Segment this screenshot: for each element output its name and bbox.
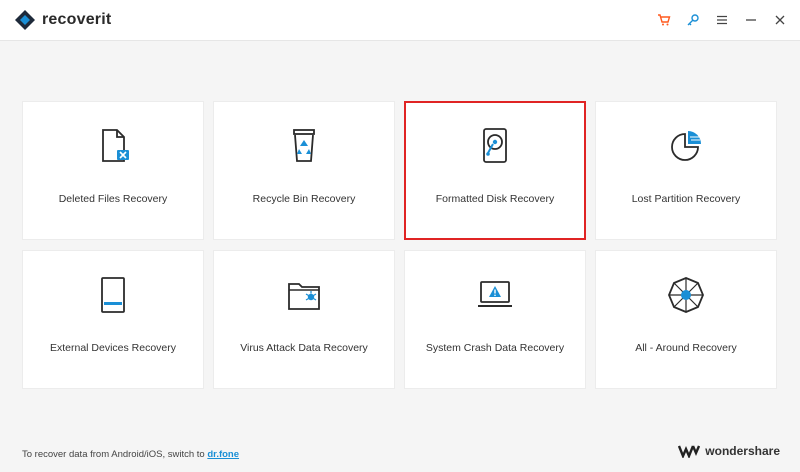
cart-icon[interactable] [654,10,674,30]
brand-name: wondershare [705,444,780,458]
drfone-link[interactable]: dr.fone [207,449,239,460]
app-name: recoverit [42,11,112,28]
menu-icon[interactable] [712,10,732,30]
footer-text: To recover data from Android/iOS, switch… [22,449,205,460]
key-icon[interactable] [683,10,703,30]
card-label: All - Around Recovery [635,342,737,354]
lost-partition-icon [671,131,701,161]
card-external-devices-recovery[interactable]: External Devices Recovery [22,250,204,389]
card-system-crash-data-recovery[interactable]: System Crash Data Recovery [404,250,586,389]
card-all-around-recovery[interactable]: All - Around Recovery [595,250,777,389]
deleted-file-icon [102,129,129,162]
formatted-disk-icon [483,128,507,163]
card-virus-attack-data-recovery[interactable]: Virus Attack Data Recovery [213,250,395,389]
card-label: System Crash Data Recovery [425,342,565,354]
card-label: Deleted Files Recovery [58,193,168,205]
virus-folder-icon [288,283,320,310]
wondershare-brand: wondershare [678,444,780,458]
window-controls [645,10,790,30]
close-icon[interactable] [770,10,790,30]
app-logo: recoverit [14,9,111,31]
card-label: Lost Partition Recovery [631,193,741,205]
card-label: Virus Attack Data Recovery [240,342,368,354]
all-around-icon [668,277,704,313]
recoverit-logo-icon [15,10,35,30]
system-crash-icon [478,281,512,307]
wondershare-logo-icon [678,445,701,458]
card-lost-partition-recovery[interactable]: Lost Partition Recovery [595,101,777,240]
card-recycle-bin-recovery[interactable]: Recycle Bin Recovery [213,101,395,240]
recycle-bin-icon [293,129,315,162]
card-label: Formatted Disk Recovery [435,193,555,205]
card-label: External Devices Recovery [49,342,177,354]
title-bar: recoverit [0,0,800,41]
external-device-icon [101,277,125,313]
minimize-icon[interactable] [741,10,761,30]
card-formatted-disk-recovery[interactable]: Formatted Disk Recovery [404,101,586,240]
card-deleted-files-recovery[interactable]: Deleted Files Recovery [22,101,204,240]
card-label: Recycle Bin Recovery [252,193,356,205]
footer-hint: To recover data from Android/iOS, switch… [22,449,239,460]
